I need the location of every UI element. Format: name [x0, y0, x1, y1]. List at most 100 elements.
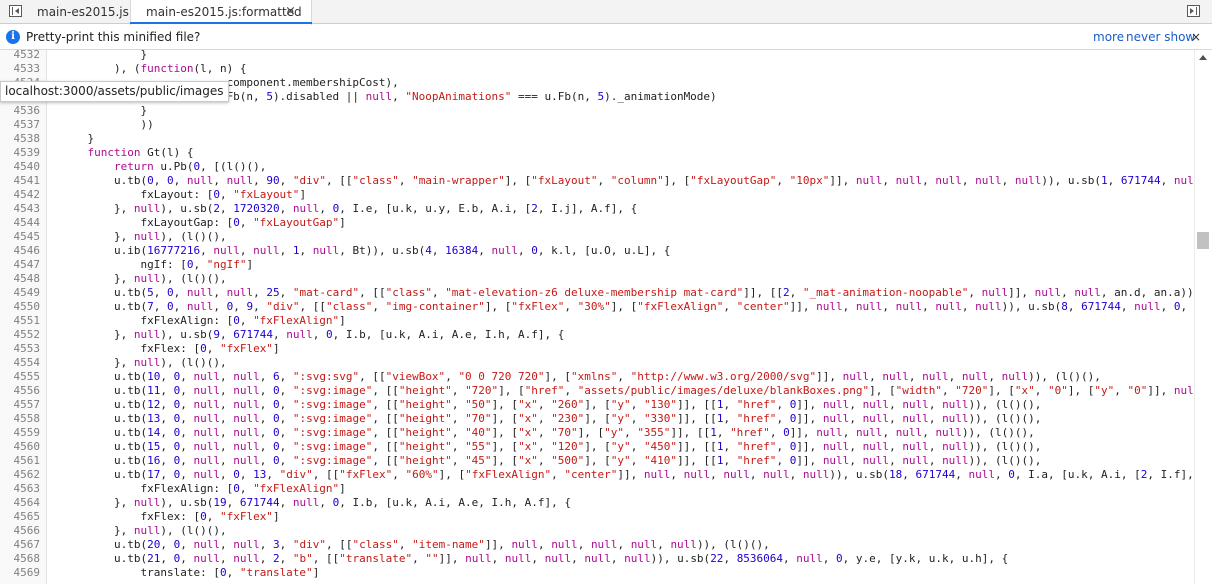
line-number[interactable]: 4541	[0, 174, 41, 188]
code-line[interactable]: 4563 fxFlexAlign: [0, "fxFlexAlign"]	[0, 482, 1194, 496]
code-text: }, null), (l()(),	[61, 356, 227, 369]
code-line[interactable]: 4557 u.tb(12, 0, null, null, 0, ":svg:im…	[0, 398, 1194, 412]
code-text: fxFlexAlign: [0, "fxFlexAlign"]	[61, 314, 346, 327]
code-line[interactable]: 4552 }, null), u.sb(9, 671744, null, 0, …	[0, 328, 1194, 342]
line-number[interactable]: 4563	[0, 482, 41, 496]
code-line[interactable]: 4543 }, null), u.sb(2, 1720320, null, 0,…	[0, 202, 1194, 216]
line-number[interactable]: 4537	[0, 118, 41, 132]
line-number[interactable]: 4555	[0, 370, 41, 384]
scroll-up-arrow-icon[interactable]	[1199, 55, 1207, 60]
code-line[interactable]: 4564 }, null), u.sb(19, 671744, null, 0,…	[0, 496, 1194, 510]
line-number[interactable]: 4568	[0, 552, 41, 566]
line-number[interactable]: 4540	[0, 160, 41, 174]
code-line[interactable]: 4566 }, null), (l()(),	[0, 524, 1194, 538]
line-number[interactable]: 4539	[0, 146, 41, 160]
line-number[interactable]: 4564	[0, 496, 41, 510]
line-number[interactable]: 4553	[0, 342, 41, 356]
line-number[interactable]: 4565	[0, 510, 41, 524]
code-line[interactable]: 4569 translate: [0, "translate"]	[0, 566, 1194, 580]
line-number[interactable]: 4550	[0, 300, 41, 314]
line-number[interactable]: 4549	[0, 286, 41, 300]
code-text: u.tb(15, 0, null, null, 0, ":svg:image",…	[61, 440, 1042, 453]
code-text: translate: [0, "translate"]	[61, 566, 320, 579]
scrollbar-thumb[interactable]	[1197, 232, 1209, 249]
toggle-debugger-sidebar-icon[interactable]	[1187, 5, 1200, 17]
code-text: }, null), u.sb(19, 671744, null, 0, I.b,…	[61, 496, 572, 509]
tab-main-es2015-js[interactable]: main-es2015.js	[37, 0, 129, 24]
code-line[interactable]: 4556 u.tb(11, 0, null, null, 0, ":svg:im…	[0, 384, 1195, 398]
line-number[interactable]: 4547	[0, 258, 41, 272]
line-number[interactable]: 4532	[0, 50, 41, 62]
code-line[interactable]: 4554 }, null), (l()(),	[0, 356, 1194, 370]
code-line[interactable]: 4544 fxLayoutGap: [0, "fxLayoutGap"]	[0, 216, 1194, 230]
source-code-editor[interactable]: 4532 }4533 ), (function(l, n) {4534 comp…	[0, 50, 1194, 584]
code-text: }	[61, 104, 148, 117]
code-line[interactable]: 4542 fxLayout: [0, "fxLayout"]	[0, 188, 1194, 202]
line-number[interactable]: 4548	[0, 272, 41, 286]
code-line[interactable]: 4559 u.tb(14, 0, null, null, 0, ":svg:im…	[0, 426, 1194, 440]
line-number[interactable]: 4561	[0, 454, 41, 468]
code-line[interactable]: 4550 u.tb(7, 0, null, 0, 9, "div", [["cl…	[0, 300, 1195, 314]
close-tab-icon[interactable]: ×	[285, 0, 296, 24]
line-number[interactable]: 4536	[0, 104, 41, 118]
code-line[interactable]: 4553 fxFlex: [0, "fxFlex"]	[0, 342, 1194, 356]
close-infobar-icon[interactable]: ×	[1191, 25, 1201, 49]
code-line[interactable]: 4561 u.tb(16, 0, null, null, 0, ":svg:im…	[0, 454, 1194, 468]
code-text: fxFlex: [0, "fxFlex"]	[61, 342, 280, 355]
line-number[interactable]: 4566	[0, 524, 41, 538]
code-text: }, null), (l()(),	[61, 524, 227, 537]
infobar-message: Pretty-print this minified file?	[26, 30, 201, 44]
line-number[interactable]: 4560	[0, 440, 41, 454]
code-line[interactable]: 4546 u.ib(16777216, null, null, 1, null,…	[0, 244, 1194, 258]
code-line[interactable]: 4558 u.tb(13, 0, null, null, 0, ":svg:im…	[0, 412, 1194, 426]
never-show-link[interactable]: never show	[1126, 25, 1195, 50]
line-number[interactable]: 4569	[0, 566, 41, 580]
code-line[interactable]: 4539 function Gt(l) {	[0, 146, 1194, 160]
line-number[interactable]: 4538	[0, 132, 41, 146]
line-number[interactable]: 4558	[0, 412, 41, 426]
line-number[interactable]: 4543	[0, 202, 41, 216]
code-text: }, null), u.sb(2, 1720320, null, 0, I.e,…	[61, 202, 638, 215]
code-line[interactable]: 4536 }	[0, 104, 1194, 118]
code-line[interactable]: 4538 }	[0, 132, 1194, 146]
code-line[interactable]: 4560 u.tb(15, 0, null, null, 0, ":svg:im…	[0, 440, 1194, 454]
line-number[interactable]: 4542	[0, 188, 41, 202]
code-line[interactable]: 4555 u.tb(10, 0, null, null, 6, ":svg:sv…	[0, 370, 1194, 384]
vertical-scrollbar[interactable]	[1194, 50, 1212, 584]
code-text: ngIf: [0, "ngIf"]	[61, 258, 254, 271]
code-line[interactable]: 4562 u.tb(17, 0, null, 0, 13, "div", [["…	[0, 468, 1194, 482]
line-number[interactable]: 4562	[0, 468, 41, 482]
line-number[interactable]: 4545	[0, 230, 41, 244]
code-line[interactable]: 4548 }, null), (l()(),	[0, 272, 1194, 286]
line-number[interactable]: 4554	[0, 356, 41, 370]
code-text: u.tb(16, 0, null, null, 0, ":svg:image",…	[61, 454, 1042, 467]
line-number[interactable]: 4559	[0, 426, 41, 440]
code-line[interactable]: 4540 return u.Pb(0, [(l()(),	[0, 160, 1194, 174]
line-number[interactable]: 4557	[0, 398, 41, 412]
code-text: u.tb(0, 0, null, null, 90, "div", [["cla…	[61, 174, 1194, 187]
code-line[interactable]: 4565 fxFlex: [0, "fxFlex"]	[0, 510, 1194, 524]
line-number[interactable]: 4533	[0, 62, 41, 76]
code-line[interactable]: 4551 fxFlexAlign: [0, "fxFlexAlign"]	[0, 314, 1194, 328]
line-number[interactable]: 4567	[0, 538, 41, 552]
code-line[interactable]: 4567 u.tb(20, 0, null, null, 3, "div", […	[0, 538, 1194, 552]
line-number[interactable]: 4551	[0, 314, 41, 328]
code-line[interactable]: 4545 }, null), (l()(),	[0, 230, 1194, 244]
line-number[interactable]: 4552	[0, 328, 41, 342]
line-number[interactable]: 4556	[0, 384, 41, 398]
tab-label: main-es2015.js	[37, 5, 129, 19]
code-text: u.tb(13, 0, null, null, 0, ":svg:image",…	[61, 412, 1042, 425]
line-number[interactable]: 4544	[0, 216, 41, 230]
code-line[interactable]: 4541 u.tb(0, 0, null, null, 90, "div", […	[0, 174, 1195, 188]
toggle-navigator-icon[interactable]	[9, 5, 22, 17]
code-line[interactable]: 4532 }	[0, 50, 1194, 62]
code-line[interactable]: 4533 ), (function(l, n) {	[0, 62, 1194, 76]
line-number[interactable]: 4546	[0, 244, 41, 258]
code-line[interactable]: 4568 u.tb(21, 0, null, null, 2, "b", [["…	[0, 552, 1194, 566]
code-text: }	[61, 132, 95, 145]
code-line[interactable]: 4537 ))	[0, 118, 1194, 132]
code-line[interactable]: 4547 ngIf: [0, "ngIf"]	[0, 258, 1194, 272]
code-text: function Gt(l) {	[87, 146, 194, 159]
code-line[interactable]: 4549 u.tb(5, 0, null, null, 25, "mat-car…	[0, 286, 1195, 300]
more-link[interactable]: more	[1093, 25, 1124, 50]
